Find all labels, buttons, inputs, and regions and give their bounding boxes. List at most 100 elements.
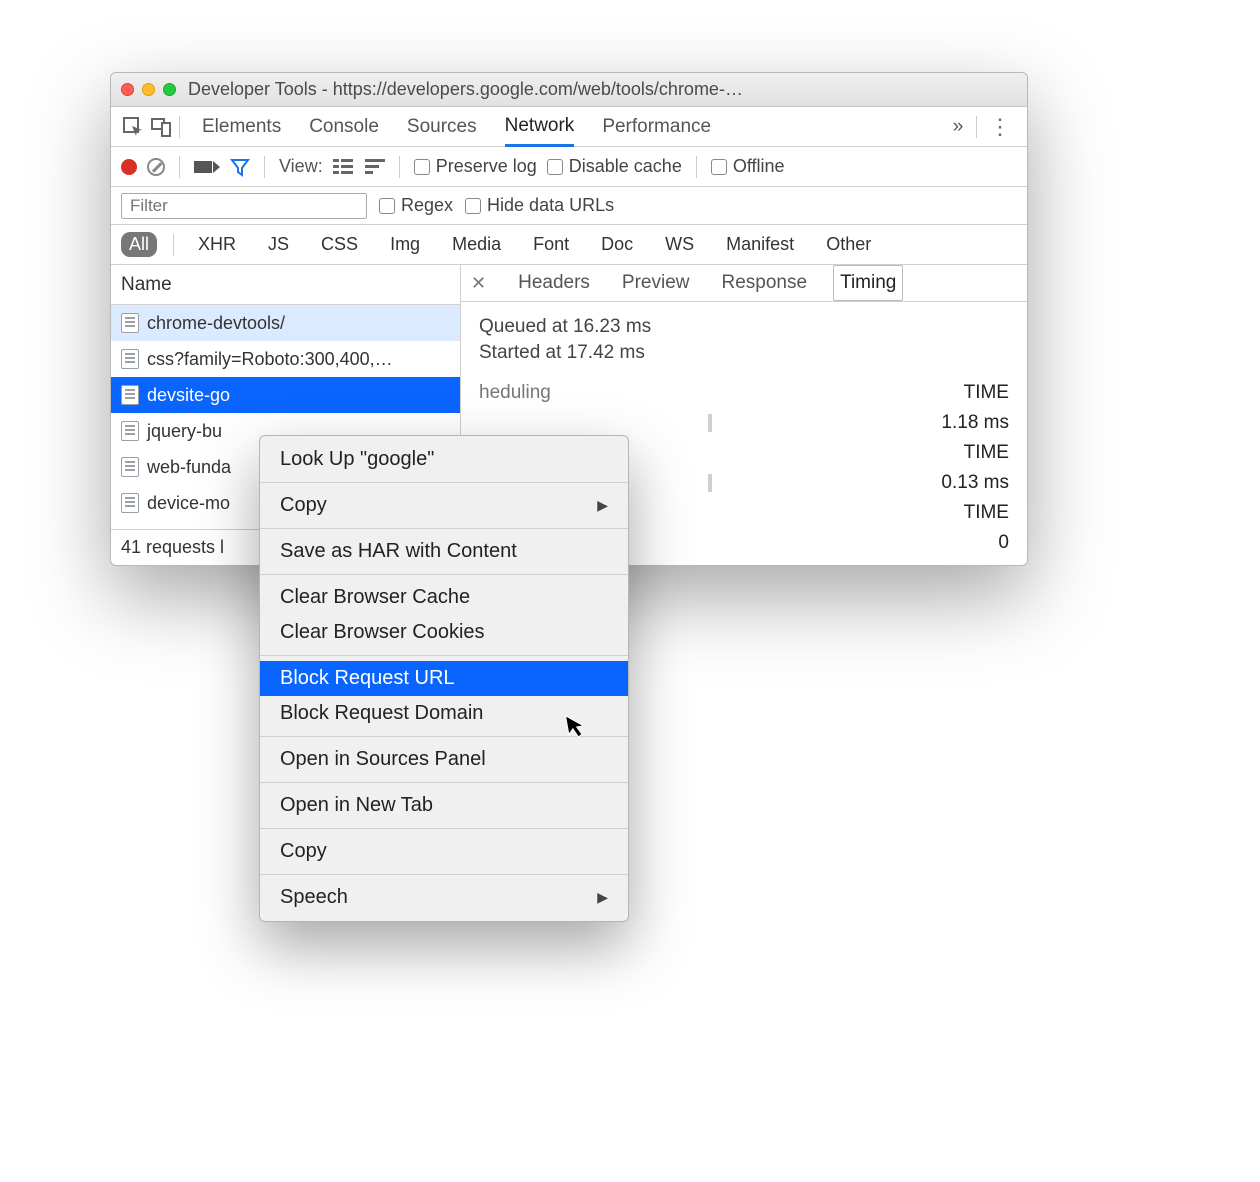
detail-tab-preview[interactable]: Preview (616, 266, 696, 300)
devtools-window: Developer Tools - https://developers.goo… (110, 72, 1028, 566)
menu-item[interactable]: Look Up "google" (260, 442, 628, 477)
close-window-icon[interactable] (121, 83, 134, 96)
screenshot-icon[interactable] (194, 161, 220, 173)
minimize-window-icon[interactable] (142, 83, 155, 96)
context-menu[interactable]: Look Up "google" Copy ▶ Save as HAR with Co… (259, 435, 629, 922)
filter-input[interactable] (121, 193, 367, 219)
type-filter-all[interactable]: All (121, 232, 157, 257)
tab-console[interactable]: Console (309, 108, 379, 145)
close-detail-icon[interactable]: ✕ (471, 273, 492, 294)
disable-cache-checkbox[interactable]: Disable cache (547, 156, 682, 177)
request-name: web-funda (147, 457, 231, 478)
frames-view-icon[interactable] (365, 159, 385, 175)
menu-item-label: Save as HAR with Content (280, 540, 517, 563)
type-filter-js[interactable]: JS (260, 232, 297, 257)
detail-tab-response[interactable]: Response (716, 266, 814, 300)
separator (976, 116, 977, 138)
titlebar[interactable]: Developer Tools - https://developers.goo… (111, 73, 1027, 107)
menu-item[interactable]: Copy (260, 834, 628, 869)
tabs-overflow-icon[interactable]: » (944, 113, 972, 141)
file-icon (121, 313, 139, 333)
tab-sources[interactable]: Sources (407, 108, 477, 145)
type-filter-media[interactable]: Media (444, 232, 509, 257)
preserve-log-checkbox[interactable]: Preserve log (414, 156, 537, 177)
type-filter-css[interactable]: CSS (313, 232, 366, 257)
submenu-arrow-icon: ▶ (597, 889, 608, 906)
tab-elements[interactable]: Elements (202, 108, 281, 145)
menu-item[interactable]: Speech ▶ (260, 880, 628, 915)
panel-tabs: Elements Console Sources Network Performance (202, 107, 944, 147)
zoom-window-icon[interactable] (163, 83, 176, 96)
menu-separator (260, 874, 628, 875)
hide-data-urls-checkbox[interactable]: Hide data URLs (465, 195, 614, 216)
timing-started: Started at 17.42 ms (479, 342, 1009, 364)
request-name: jquery-bu (147, 421, 222, 442)
type-filter-img[interactable]: Img (382, 232, 428, 257)
file-icon (121, 385, 139, 405)
menu-separator (260, 782, 628, 783)
network-toolbar: View: Preserve log Disable cache Offline (111, 147, 1027, 187)
detail-tab-headers[interactable]: Headers (512, 266, 596, 300)
hide-data-urls-label: Hide data URLs (487, 195, 614, 216)
menu-item-label: Speech (280, 886, 348, 909)
view-icons (333, 159, 385, 175)
type-filter-doc[interactable]: Doc (593, 232, 641, 257)
checkbox-icon[interactable] (414, 159, 430, 175)
checkbox-icon[interactable] (379, 198, 395, 214)
settings-kebab-icon[interactable]: ⋮ (981, 114, 1019, 140)
menu-item-label: Copy (280, 840, 327, 863)
separator (399, 156, 400, 178)
filter-toggle-icon[interactable] (230, 157, 250, 177)
main-tabs-bar: Elements Console Sources Network Performance… (111, 107, 1027, 147)
list-view-icon[interactable] (333, 159, 353, 175)
timing-queued: Queued at 16.23 ms (479, 316, 1009, 338)
checkbox-icon[interactable] (711, 159, 727, 175)
menu-item-label: Block Request Domain (280, 702, 483, 725)
timing-value: TIME (964, 442, 1009, 464)
menu-item-label: Copy (280, 494, 327, 517)
preserve-log-label: Preserve log (436, 156, 537, 177)
menu-item[interactable]: Block Request URL (260, 661, 628, 696)
record-icon[interactable] (121, 159, 137, 175)
menu-item-label: Open in Sources Panel (280, 748, 486, 771)
type-filter-ws[interactable]: WS (657, 232, 702, 257)
file-icon (121, 457, 139, 477)
timing-row: 1.18 ms (479, 412, 1009, 434)
device-toggle-icon[interactable] (147, 113, 175, 141)
window-title: Developer Tools - https://developers.goo… (188, 79, 1017, 100)
status-text: 41 requests l (121, 537, 224, 558)
menu-item[interactable]: Open in New Tab (260, 788, 628, 823)
file-icon (121, 493, 139, 513)
request-type-filter-bar: All XHR JS CSS Img Media Font Doc WS Manifest Othe… (111, 225, 1027, 265)
type-filter-xhr[interactable]: XHR (190, 232, 244, 257)
file-icon (121, 421, 139, 441)
tab-network[interactable]: Network (505, 107, 575, 147)
offline-label: Offline (733, 156, 785, 177)
detail-tab-timing[interactable]: Timing (833, 265, 903, 301)
inspect-icon[interactable] (119, 113, 147, 141)
name-column-header[interactable]: Name (111, 265, 460, 305)
tab-performance[interactable]: Performance (602, 108, 711, 145)
menu-item[interactable]: Copy ▶ (260, 488, 628, 523)
request-row[interactable]: devsite-go (111, 377, 460, 413)
menu-item[interactable]: Save as HAR with Content (260, 534, 628, 569)
type-filter-font[interactable]: Font (525, 232, 577, 257)
checkbox-icon[interactable] (547, 159, 563, 175)
detail-tabs: ✕ Headers Preview Response Timing (461, 265, 1027, 302)
timing-value: 1.18 ms (941, 412, 1009, 434)
regex-checkbox[interactable]: Regex (379, 195, 453, 216)
checkbox-icon[interactable] (465, 198, 481, 214)
request-name: device-mo (147, 493, 230, 514)
request-row[interactable]: css?family=Roboto:300,400,… (111, 341, 460, 377)
menu-item[interactable]: Open in Sources Panel (260, 742, 628, 777)
offline-checkbox[interactable]: Offline (711, 156, 785, 177)
menu-item[interactable]: Clear Browser Cookies (260, 615, 628, 650)
type-filter-manifest[interactable]: Manifest (718, 232, 802, 257)
menu-item-label: Open in New Tab (280, 794, 433, 817)
request-row[interactable]: chrome-devtools/ (111, 305, 460, 341)
clear-icon[interactable] (147, 158, 165, 176)
type-filter-other[interactable]: Other (818, 232, 879, 257)
menu-separator (260, 655, 628, 656)
submenu-arrow-icon: ▶ (597, 497, 608, 514)
menu-item[interactable]: Clear Browser Cache (260, 580, 628, 615)
